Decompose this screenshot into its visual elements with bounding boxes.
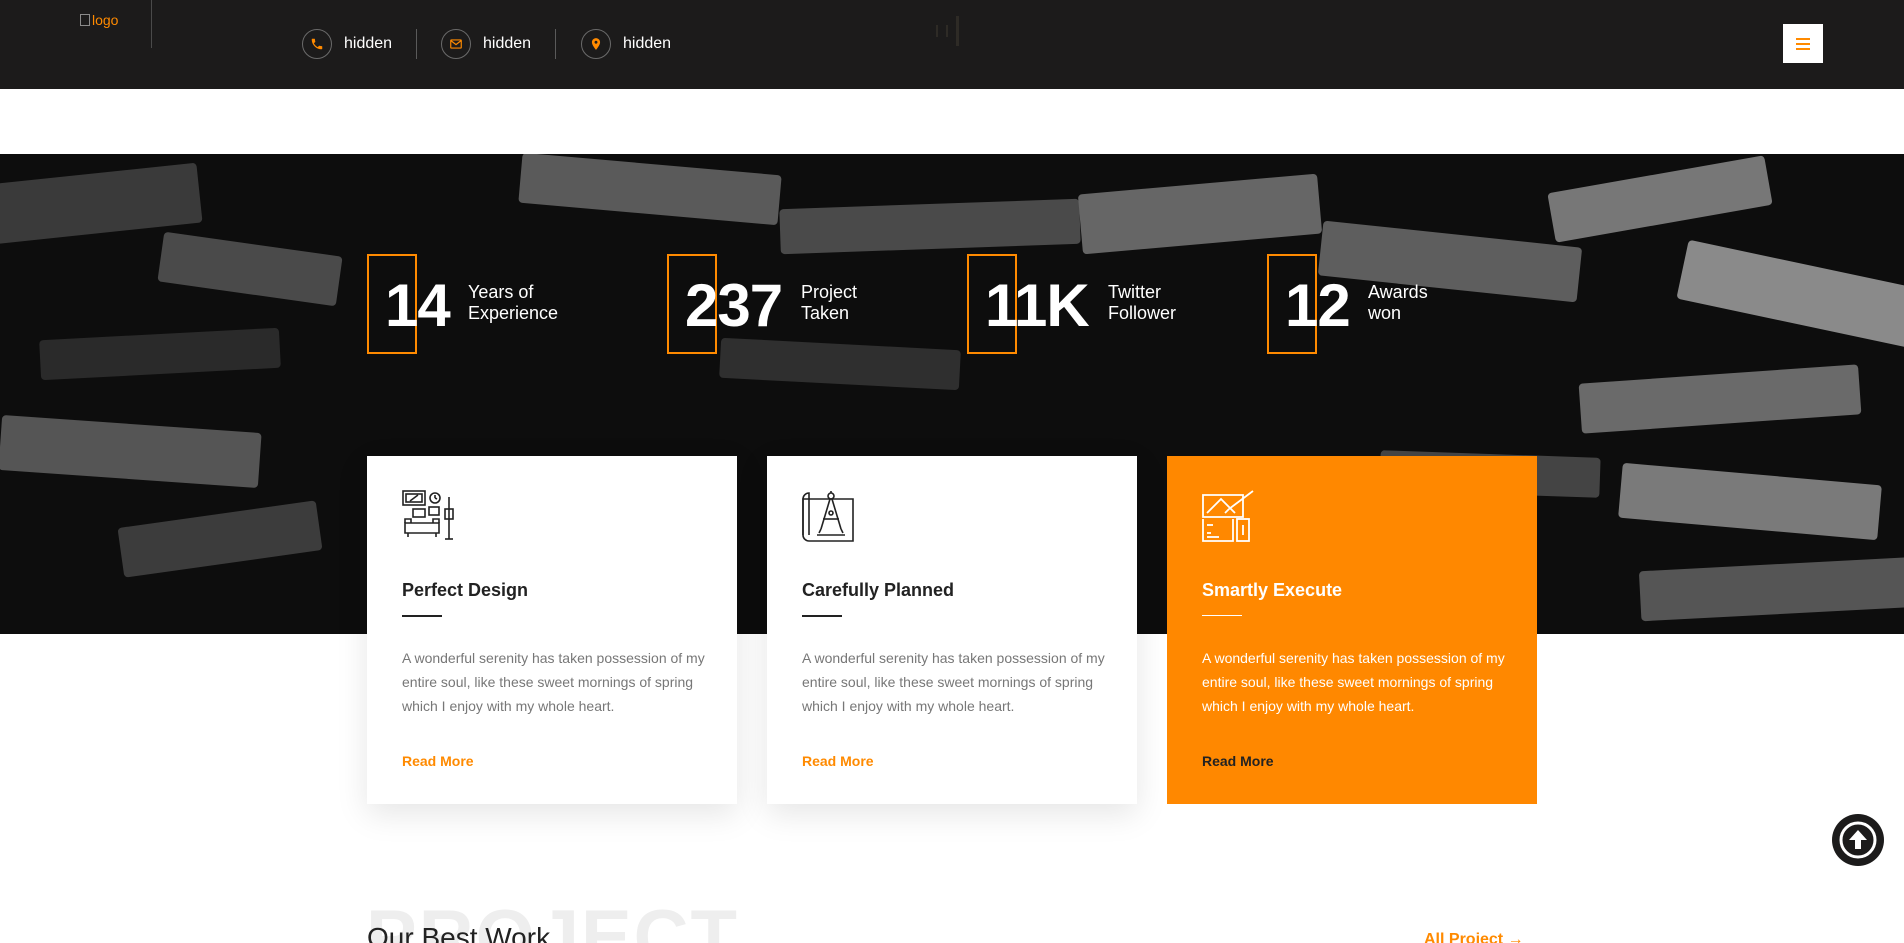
- logo-alt-text: logo: [92, 12, 119, 28]
- decorative-bar: [946, 25, 948, 37]
- stat-label: Project Taken: [801, 282, 857, 324]
- card-divider: [1202, 615, 1242, 616]
- location-icon: [581, 29, 611, 59]
- card-title: Smartly Execute: [1202, 580, 1343, 600]
- blueprint-compass-icon: [801, 489, 857, 545]
- contact-email[interactable]: hidden: [441, 28, 531, 60]
- wood-plank: [1317, 220, 1583, 303]
- mail-icon: [441, 29, 471, 59]
- furniture-design-icon: [401, 489, 457, 545]
- feature-card-design: Perfect Design A wonderful serenity has …: [367, 456, 737, 804]
- stat-label-line: Project: [801, 282, 858, 302]
- card-description: A wonderful serenity has taken possessio…: [402, 650, 705, 714]
- card-description: A wonderful serenity has taken possessio…: [1202, 650, 1505, 714]
- logo[interactable]: logo: [80, 12, 118, 28]
- logo-divider: [151, 0, 152, 48]
- contact-email-label: hidden: [483, 35, 532, 52]
- stat-label-line: Follower: [1108, 303, 1177, 323]
- arrow-up-circle-icon: [1839, 821, 1877, 859]
- top-header: logo hidden hidden hidden: [0, 0, 1904, 89]
- stat-label-line: Taken: [801, 303, 850, 323]
- stat-label-line: Twitter: [1108, 282, 1162, 302]
- page: logo hidden hidden hidden 14 Years of Ex…: [0, 0, 1904, 943]
- contact-phone-label: hidden: [344, 35, 393, 52]
- wood-plank: [719, 337, 961, 391]
- wood-plank: [1547, 155, 1773, 243]
- wood-plank: [39, 327, 281, 381]
- stat-label: Years of Experience: [468, 282, 558, 324]
- decorative-bars: [936, 16, 959, 46]
- wood-plank: [1676, 239, 1904, 349]
- stat-number: 14: [385, 272, 451, 339]
- wood-plank: [1578, 364, 1862, 434]
- stat-number: 12: [1285, 272, 1351, 339]
- contact-separator: [416, 29, 417, 59]
- stat-number: 11K: [985, 272, 1090, 339]
- decorative-bar: [956, 16, 959, 46]
- wood-plank: [0, 414, 262, 489]
- hamburger-icon: [1796, 37, 1810, 50]
- decorative-bar: [936, 25, 938, 37]
- wood-plank: [157, 231, 343, 307]
- wood-plank: [1618, 462, 1882, 541]
- wood-plank: [1638, 556, 1904, 622]
- drafting-tools-icon: [1201, 489, 1257, 545]
- stat-label: Awards won: [1368, 282, 1428, 324]
- card-title: Perfect Design: [402, 580, 529, 600]
- stat-number: 237: [685, 272, 783, 339]
- scroll-top-button[interactable]: [1832, 814, 1884, 866]
- stat-label-line: Experience: [468, 303, 559, 323]
- stat-label-line: won: [1368, 303, 1402, 323]
- read-more-link[interactable]: Read More: [402, 753, 474, 769]
- contact-phone[interactable]: hidden: [302, 28, 392, 60]
- all-project-link[interactable]: All Project →: [1424, 931, 1524, 943]
- phone-icon: [302, 29, 332, 59]
- card-description: A wonderful serenity has taken possessio…: [802, 650, 1105, 714]
- read-more-link[interactable]: Read More: [802, 753, 874, 769]
- feature-card-planned: Carefully Planned A wonderful serenity h…: [767, 456, 1137, 804]
- card-title: Carefully Planned: [802, 580, 955, 600]
- menu-button[interactable]: [1783, 24, 1823, 63]
- wood-plank: [1077, 173, 1323, 255]
- wood-plank: [779, 198, 1081, 255]
- wood-plank: [117, 500, 323, 578]
- read-more-link[interactable]: Read More: [1202, 753, 1274, 769]
- contact-location[interactable]: hidden: [581, 28, 671, 60]
- contact-separator: [555, 29, 556, 59]
- wood-plank: [518, 154, 782, 226]
- section-title: Our Best Work: [367, 922, 551, 943]
- broken-image-icon: [80, 14, 90, 26]
- stat-label-line: Awards: [1368, 282, 1428, 302]
- contact-location-label: hidden: [623, 35, 672, 52]
- stat-label: Twitter Follower: [1108, 282, 1176, 324]
- feature-card-execute: Smartly Execute A wonderful serenity has…: [1167, 456, 1537, 804]
- stat-label-line: Years of: [468, 282, 534, 302]
- card-divider: [402, 615, 442, 617]
- card-divider: [802, 615, 842, 617]
